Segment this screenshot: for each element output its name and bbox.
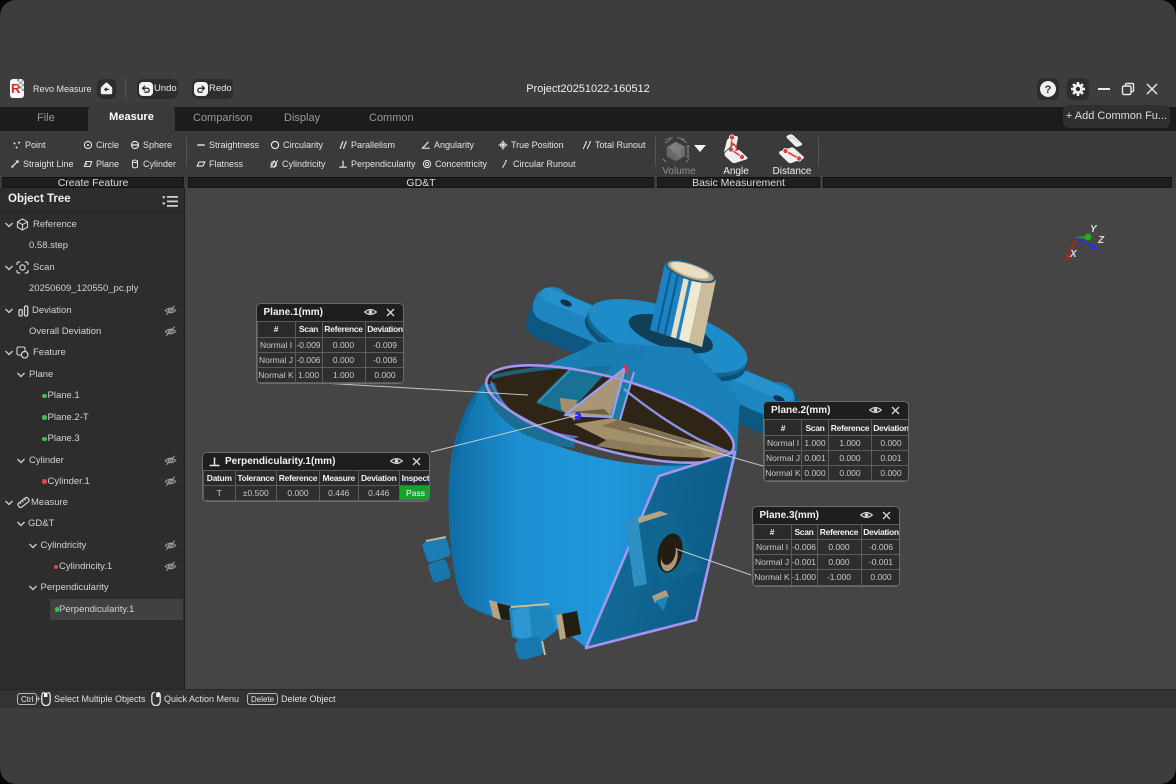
svg-text:Z: Z [1097,235,1105,246]
svg-text:Y: Y [1090,224,1098,235]
svg-text:?: ? [1045,84,1052,96]
svg-text:X: X [1069,249,1078,260]
